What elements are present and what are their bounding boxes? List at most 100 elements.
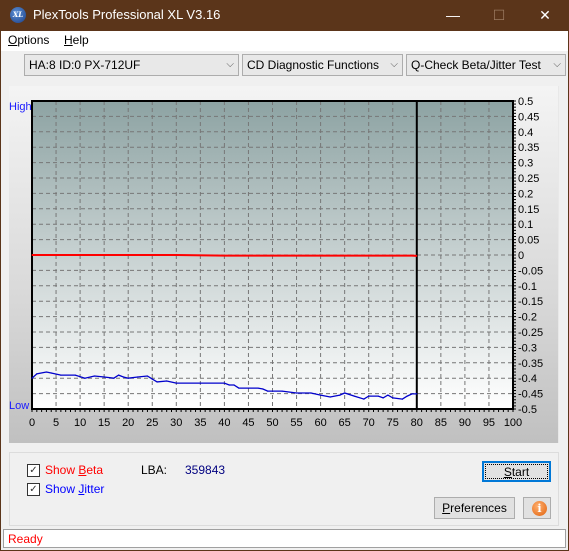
data-point-jitter <box>199 382 201 384</box>
options-panel: ✓ Show Beta ✓ Show Jitter LBA: 359843 St… <box>9 452 559 526</box>
x-tick-label: 100 <box>504 417 522 429</box>
x-tick-label: 10 <box>74 417 86 429</box>
menu-options[interactable]: Options <box>8 33 49 47</box>
menu-help-label: elp <box>72 33 89 47</box>
data-point-jitter <box>74 374 76 376</box>
status-text: Ready <box>8 532 43 546</box>
drive-select[interactable]: HA:8 ID:0 PX-712UF ⌵ <box>24 54 239 76</box>
data-point-jitter <box>353 395 355 397</box>
data-point-beta <box>55 254 57 256</box>
data-point-beta <box>320 255 322 257</box>
x-tick-label: 60 <box>314 417 326 429</box>
status-bar: Ready <box>3 529 566 548</box>
data-point-jitter <box>127 377 129 379</box>
info-button[interactable]: i <box>523 497 551 519</box>
app-window: XL PlexTools Professional XL V3.16 — ☐ ✕… <box>1 0 568 550</box>
test-select[interactable]: Q-Check Beta/Jitter Test ⌵ <box>406 54 566 76</box>
data-point-jitter <box>146 375 149 377</box>
preferences-button[interactable]: Preferences <box>434 497 515 519</box>
y-tick-label: -0.2 <box>518 312 537 324</box>
chevron-down-icon: ⌵ <box>553 59 561 70</box>
menu-options-accel: O <box>8 33 18 47</box>
x-tick-label: 45 <box>242 417 254 429</box>
show-jitter-checkbox[interactable]: ✓ <box>27 483 40 496</box>
y-tick-label: 0.2 <box>518 188 533 200</box>
maximize-button[interactable]: ☐ <box>476 0 522 31</box>
chevron-down-icon: ⌵ <box>390 59 398 70</box>
y-tick-label: 0.3 <box>518 158 533 170</box>
menu-bar: Options Help <box>1 31 568 51</box>
x-tick-label: 0 <box>29 417 35 429</box>
function-select[interactable]: CD Diagnostic Functions ⌵ <box>242 54 403 76</box>
y-tick-label: 0.45 <box>518 111 539 123</box>
data-point-jitter <box>113 377 115 379</box>
y-tick-label: 0 <box>518 250 524 262</box>
toolbar: HA:8 ID:0 PX-712UF ⌵ CD Diagnostic Funct… <box>1 51 568 81</box>
test-select-value: Q-Check Beta/Jitter Test <box>411 58 541 72</box>
data-point-jitter <box>401 398 403 400</box>
x-tick-label: 90 <box>459 417 471 429</box>
data-point-jitter <box>175 382 177 384</box>
show-beta-label[interactable]: Show Beta <box>45 463 103 477</box>
y-tick-label: 0.05 <box>518 235 539 247</box>
data-point-jitter <box>166 380 168 382</box>
x-tick-label: 15 <box>98 417 110 429</box>
y-tick-label: 0.15 <box>518 204 539 216</box>
y-tick-label: 0.5 <box>518 96 533 108</box>
minimize-button[interactable]: — <box>430 0 476 31</box>
title-bar: XL PlexTools Professional XL V3.16 — ☐ ✕ <box>1 0 568 31</box>
x-tick-label: 75 <box>387 417 399 429</box>
data-point-jitter <box>60 374 62 376</box>
data-point-jitter <box>238 387 240 389</box>
menu-help-accel: H <box>64 33 73 47</box>
start-label: tart <box>511 465 530 479</box>
drive-select-value: HA:8 ID:0 PX-712UF <box>29 58 141 72</box>
lba-value: 359843 <box>185 463 226 477</box>
preferences-accel: P <box>442 501 451 515</box>
start-button[interactable]: Start <box>482 461 551 482</box>
show-jitter-label[interactable]: Show Jitter <box>45 482 104 496</box>
y-tick-label: -0.05 <box>518 265 543 277</box>
x-tick-label: 55 <box>290 417 302 429</box>
show-beta-text-rest: eta <box>86 463 104 477</box>
x-tick-label: 50 <box>266 417 278 429</box>
data-point-beta <box>411 255 413 257</box>
data-point-jitter <box>310 392 312 394</box>
y-tick-label: -0.3 <box>518 342 537 354</box>
start-accel: S <box>503 465 512 479</box>
data-point-jitter <box>262 388 264 390</box>
x-tick-label: 20 <box>122 417 134 429</box>
data-point-beta <box>127 254 129 256</box>
x-tick-label: 40 <box>218 417 230 429</box>
show-beta-checkbox[interactable]: ✓ <box>27 464 40 477</box>
data-point-jitter <box>156 381 158 383</box>
x-tick-label: 95 <box>483 417 495 429</box>
close-button[interactable]: ✕ <box>522 0 568 31</box>
y-tick-label: -0.35 <box>518 358 543 370</box>
data-point-jitter <box>363 398 365 400</box>
data-point-jitter <box>84 377 86 379</box>
data-point-jitter <box>233 384 235 386</box>
y-tick-label: 0.35 <box>518 142 539 154</box>
window-title: PlexTools Professional XL V3.16 <box>33 7 221 22</box>
y-tick-label: -0.45 <box>518 389 543 401</box>
menu-options-label: ptions <box>17 33 50 47</box>
menu-help[interactable]: Help <box>64 33 89 47</box>
data-point-jitter <box>103 376 105 378</box>
data-point-jitter <box>368 395 370 397</box>
x-tick-label: 25 <box>146 417 158 429</box>
data-point-jitter <box>122 376 124 378</box>
y-tick-label: -0.5 <box>518 404 537 416</box>
y-tick-label: -0.25 <box>518 327 543 339</box>
x-tick-label: 5 <box>53 417 59 429</box>
x-tick-label: 35 <box>194 417 206 429</box>
x-tick-label: 70 <box>363 417 375 429</box>
preferences-label: references <box>450 501 507 515</box>
data-point-jitter <box>137 376 139 378</box>
y-tick-label: -0.15 <box>518 296 543 308</box>
beta-jitter-chart: 0 5 10 15 20 25 30 35 40 45 50 55 60 65 70 75 80 85 90 95 10… <box>29 96 543 429</box>
data-point-jitter <box>387 394 389 396</box>
show-jitter-text-rest: itter <box>84 482 105 496</box>
x-tick-label: 80 <box>411 417 423 429</box>
show-beta-text: Show <box>45 463 79 477</box>
